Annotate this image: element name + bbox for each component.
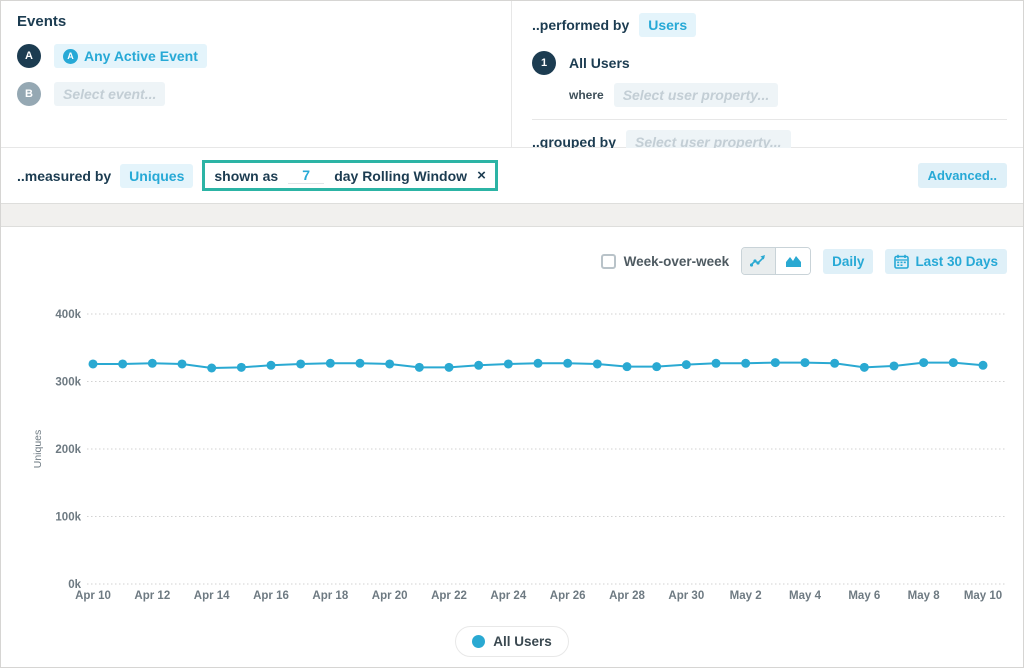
- performed-by-label: ..performed by: [532, 17, 629, 33]
- performed-by-value-chip[interactable]: Users: [639, 13, 696, 37]
- svg-text:May 4: May 4: [789, 590, 822, 602]
- event-chip-label: Any Active Event: [84, 48, 198, 64]
- event-badge-a: A: [17, 44, 41, 68]
- svg-text:Apr 10: Apr 10: [75, 590, 111, 602]
- where-label: where: [569, 88, 604, 102]
- svg-text:Uniques: Uniques: [32, 430, 44, 469]
- svg-text:Apr 26: Apr 26: [550, 590, 586, 602]
- rolling-window-box: shown as day Rolling Window ×: [202, 160, 497, 191]
- any-active-event-icon: A: [63, 49, 78, 64]
- svg-text:300k: 300k: [55, 377, 81, 389]
- segment-badge-1: 1: [532, 51, 556, 75]
- svg-text:May 10: May 10: [964, 590, 1002, 602]
- svg-text:Apr 30: Apr 30: [668, 590, 704, 602]
- svg-text:400k: 400k: [55, 309, 81, 321]
- amplitude-dashboard: Events A A Any Active Event B Select eve…: [0, 0, 1024, 668]
- measured-by-value-chip[interactable]: Uniques: [120, 164, 193, 188]
- svg-text:100k: 100k: [55, 512, 81, 524]
- svg-text:Apr 28: Apr 28: [609, 590, 645, 602]
- rolling-window-days-input[interactable]: [288, 167, 324, 184]
- shown-as-label: shown as: [214, 168, 278, 184]
- grouped-by-divider: [532, 119, 1007, 120]
- where-row: where Select user property...: [569, 83, 1007, 107]
- event-chip-any-active-event[interactable]: A Any Active Event: [54, 44, 207, 68]
- svg-text:Apr 24: Apr 24: [490, 590, 526, 602]
- select-event-input[interactable]: Select event...: [54, 82, 165, 106]
- query-builder-section: Events A A Any Active Event B Select eve…: [1, 1, 1023, 148]
- svg-text:Apr 18: Apr 18: [312, 590, 348, 602]
- user-segment-row: 1 All Users: [532, 51, 1007, 75]
- chart-panel: Week-over-week: [1, 226, 1023, 667]
- event-row-a: A A Any Active Event: [17, 44, 495, 68]
- event-row-b: B Select event...: [17, 82, 495, 106]
- legend-series-label: All Users: [493, 634, 552, 649]
- svg-text:Apr 20: Apr 20: [372, 590, 408, 602]
- close-icon[interactable]: ×: [477, 168, 486, 183]
- performed-by-panel: ..performed by Users 1 All Users where S…: [512, 1, 1023, 147]
- legend-series-dot: [472, 635, 485, 648]
- measured-by-label: ..measured by: [17, 168, 111, 184]
- events-title: Events: [17, 13, 495, 30]
- advanced-button[interactable]: Advanced..: [918, 163, 1007, 188]
- where-user-property-input[interactable]: Select user property...: [614, 83, 779, 107]
- uniques-line-chart[interactable]: 0k100k200k300k400kUniquesApr 10Apr 12Apr…: [1, 227, 1023, 612]
- svg-text:Apr 16: Apr 16: [253, 590, 289, 602]
- measured-by-bar: ..measured by Uniques shown as day Rolli…: [1, 148, 1023, 204]
- event-badge-b: B: [17, 82, 41, 106]
- rolling-window-label: day Rolling Window: [334, 168, 467, 184]
- svg-text:Apr 14: Apr 14: [194, 590, 230, 602]
- events-panel: Events A A Any Active Event B Select eve…: [1, 1, 512, 147]
- svg-text:Apr 22: Apr 22: [431, 590, 467, 602]
- svg-text:May 6: May 6: [848, 590, 880, 602]
- segment-label: All Users: [569, 55, 630, 71]
- svg-text:200k: 200k: [55, 444, 81, 456]
- svg-text:May 8: May 8: [908, 590, 941, 602]
- chart-legend: All Users: [1, 626, 1023, 657]
- section-gap: [1, 204, 1023, 226]
- svg-text:May 2: May 2: [730, 590, 762, 602]
- svg-text:Apr 12: Apr 12: [134, 590, 170, 602]
- legend-item-all-users[interactable]: All Users: [455, 626, 569, 657]
